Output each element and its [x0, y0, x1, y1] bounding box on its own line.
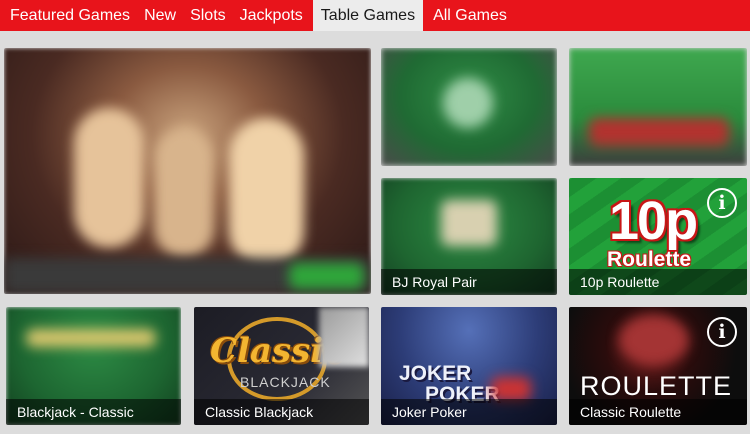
classic-blackjack-logo-bottom: BLACKJACK [240, 374, 331, 390]
banner-play-button [289, 263, 364, 289]
tab-jackpots[interactable]: Jackpots [233, 0, 310, 31]
blurred-card-row [589, 118, 729, 146]
classic-roulette-label: Classic Roulette [569, 399, 747, 425]
blurred-table-tile-1[interactable] [381, 48, 557, 166]
blurred-table-emblem [443, 78, 493, 128]
featured-live-casino-banner[interactable] [4, 48, 371, 294]
dealer-figure-right [229, 118, 304, 268]
info-icon[interactable]: i [707, 317, 737, 347]
roulette-wheel-blur [619, 315, 689, 365]
classic-roulette-logo: ROULETTE [580, 371, 733, 401]
blackjack-classic-title-blur [26, 329, 156, 347]
10p-roulette-logo-top: 10p [609, 191, 698, 251]
bj-royal-pair-emblem [441, 200, 497, 246]
tab-new[interactable]: New [137, 0, 183, 31]
tab-featured-games[interactable]: Featured Games [0, 0, 137, 31]
classic-blackjack-corner-glare [319, 307, 369, 367]
game-tile-blackjack-classic[interactable]: Blackjack - Classic [6, 307, 181, 425]
game-tile-bj-royal-pair[interactable]: BJ Royal Pair [381, 178, 557, 295]
blackjack-classic-label: Blackjack - Classic [6, 399, 181, 425]
info-icon[interactable]: i [707, 188, 737, 218]
blurred-table-image-2 [569, 48, 747, 166]
tab-slots[interactable]: Slots [183, 0, 233, 31]
game-tile-10p-roulette[interactable]: 10p Roulette i 10p Roulette [569, 178, 747, 295]
category-nav: Featured Games New Slots Jackpots Table … [0, 0, 750, 31]
joker-poker-label: Joker Poker [381, 399, 557, 425]
classic-blackjack-label: Classic Blackjack [194, 399, 369, 425]
dealer-figure-left [74, 108, 144, 248]
game-tile-classic-blackjack[interactable]: Classic BLACKJACK Classic Blackjack [194, 307, 369, 425]
blurred-table-tile-2[interactable] [569, 48, 747, 166]
game-tile-joker-poker[interactable]: JOKER POKER Joker Poker [381, 307, 557, 425]
tab-all-games[interactable]: All Games [426, 0, 514, 31]
bj-royal-pair-label: BJ Royal Pair [381, 269, 557, 295]
tab-table-games[interactable]: Table Games [312, 0, 424, 31]
game-tile-classic-roulette[interactable]: ROULETTE i Classic Roulette [569, 307, 747, 425]
dealer-figure-center [154, 128, 214, 258]
10p-roulette-label: 10p Roulette [569, 269, 747, 295]
joker-poker-card-blur [491, 377, 531, 401]
